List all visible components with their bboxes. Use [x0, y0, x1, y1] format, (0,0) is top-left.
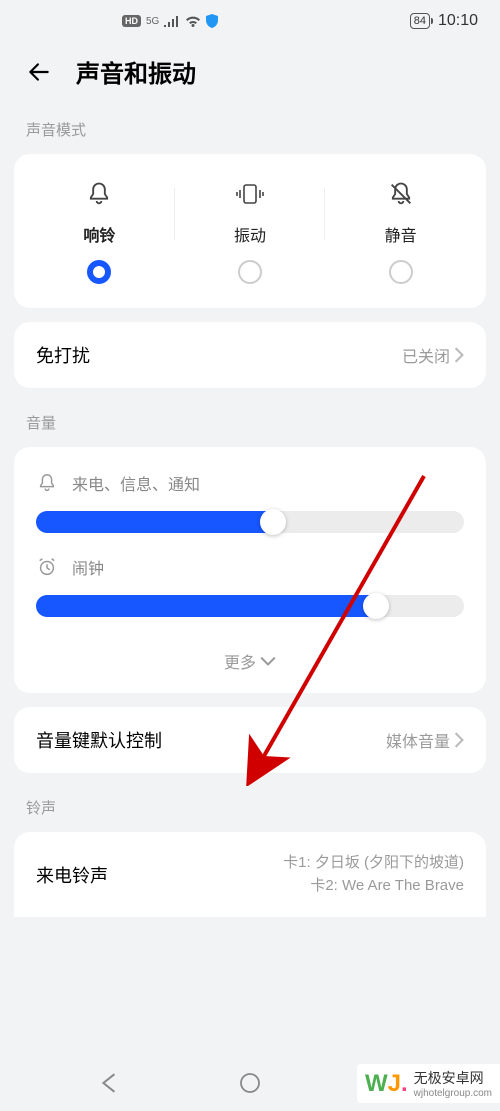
back-arrow-icon: [26, 59, 52, 85]
mode-silent-label: 静音: [385, 222, 417, 246]
watermark-logo: WJ.: [365, 1070, 408, 1098]
clock: 10:10: [438, 12, 478, 30]
status-bar: HD 5G 84 10:10: [0, 0, 500, 38]
signal-icon: [164, 15, 180, 27]
volume-card: 来电、信息、通知 闹钟 更多: [14, 447, 486, 693]
dnd-card: 免打扰 已关闭: [14, 322, 486, 388]
slider-thumb[interactable]: [363, 593, 389, 619]
volume-key-label: 音量键默认控制: [36, 727, 162, 753]
network-label: 5G: [146, 16, 159, 27]
ringtone-values: 卡1: 夕日坂 (夕阳下的坡道) 卡2: We Are The Brave: [283, 852, 464, 897]
mode-vibrate-label: 振动: [234, 222, 266, 246]
ringtone-card: 来电铃声 卡1: 夕日坂 (夕阳下的坡道) 卡2: We Are The Bra…: [14, 832, 486, 917]
watermark-name: 无极安卓网: [414, 1068, 492, 1088]
volume-key-card: 音量键默认控制 媒体音量: [14, 707, 486, 773]
more-button[interactable]: 更多: [36, 639, 464, 681]
bell-outline-icon: [36, 472, 58, 494]
bell-off-icon: [387, 180, 415, 208]
volume-alarm: 闹钟: [36, 555, 464, 617]
watermark-url: wjhotelgroup.com: [414, 1088, 492, 1099]
mode-vibrate[interactable]: 振动: [175, 180, 326, 284]
more-label: 更多: [224, 649, 256, 673]
wifi-icon: [185, 15, 201, 27]
ringtone-label: 来电铃声: [36, 862, 108, 888]
shield-icon: [206, 14, 218, 28]
volume-key-item[interactable]: 音量键默认控制 媒体音量: [14, 707, 486, 773]
bell-icon: [85, 180, 113, 208]
ringtone-item[interactable]: 来电铃声 卡1: 夕日坂 (夕阳下的坡道) 卡2: We Are The Bra…: [14, 832, 486, 917]
slider-thumb[interactable]: [260, 509, 286, 535]
nav-back-icon[interactable]: [99, 1072, 121, 1094]
chevron-right-icon: [454, 347, 464, 363]
sound-mode-card: 响铃 振动 静音: [14, 154, 486, 308]
chevron-down-icon: [260, 656, 276, 666]
vibrate-icon: [235, 180, 265, 208]
radio-unselected: [238, 260, 262, 284]
dnd-label: 免打扰: [36, 342, 90, 368]
page-title: 声音和振动: [76, 54, 196, 89]
hd-icon: HD: [122, 15, 141, 27]
page-header: 声音和振动: [0, 38, 500, 109]
mode-ring-label: 响铃: [83, 222, 115, 246]
notifications-slider[interactable]: [36, 511, 464, 533]
radio-unselected: [389, 260, 413, 284]
radio-selected: [87, 260, 111, 284]
section-label-volume: 音量: [0, 402, 500, 447]
volume-notifications: 来电、信息、通知: [36, 471, 464, 533]
volume-key-value: 媒体音量: [386, 728, 450, 752]
section-label-sound-mode: 声音模式: [0, 109, 500, 154]
battery-icon: 84: [410, 13, 430, 29]
dnd-item[interactable]: 免打扰 已关闭: [14, 322, 486, 388]
watermark: WJ. 无极安卓网 wjhotelgroup.com: [357, 1064, 500, 1103]
volume-notifications-label: 来电、信息、通知: [72, 471, 200, 495]
mode-silent[interactable]: 静音: [325, 180, 476, 284]
section-label-ringtone: 铃声: [0, 787, 500, 832]
alarm-slider[interactable]: [36, 595, 464, 617]
back-button[interactable]: [22, 55, 56, 89]
volume-alarm-label: 闹钟: [72, 555, 104, 579]
alarm-icon: [36, 556, 58, 578]
mode-ring[interactable]: 响铃: [24, 180, 175, 284]
dnd-value: 已关闭: [402, 343, 450, 367]
nav-home-icon[interactable]: [239, 1072, 261, 1094]
chevron-right-icon: [454, 732, 464, 748]
